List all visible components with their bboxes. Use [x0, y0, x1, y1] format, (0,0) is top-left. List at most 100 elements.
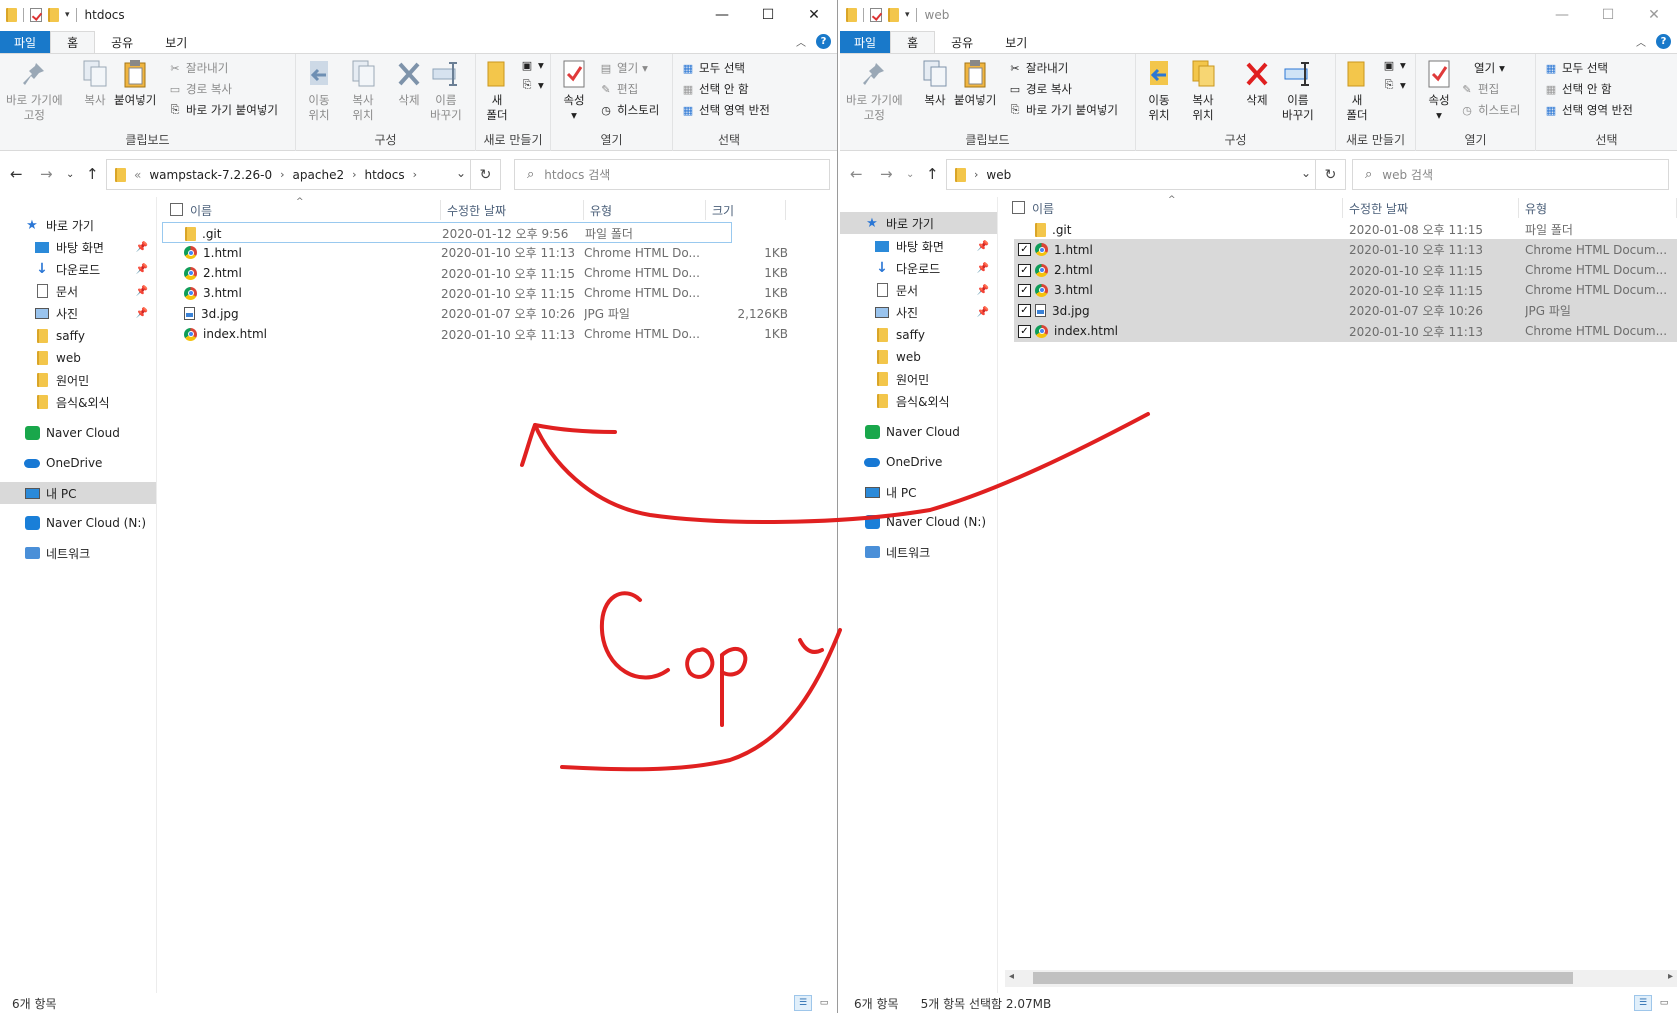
- chevron-right-icon[interactable]: ›: [413, 168, 417, 181]
- tab-home[interactable]: 홈: [890, 31, 936, 53]
- copy-path-button[interactable]: ▭ 경로 복사: [168, 81, 232, 97]
- nav-saffy[interactable]: saffy: [0, 325, 156, 347]
- nav-pictures[interactable]: 사진 📌: [840, 301, 997, 323]
- cut-button[interactable]: ✂ 잘라내기: [168, 60, 228, 76]
- history-button[interactable]: ◷ 히스토리: [1460, 102, 1520, 118]
- file-row[interactable]: 1.html 2020-01-10 오후 11:13 Chrome HTML Do.…: [162, 242, 788, 263]
- nav-food[interactable]: 음식&외식: [840, 390, 997, 412]
- large-icons-view-icon[interactable]: ▭: [815, 995, 833, 1011]
- help-icon[interactable]: ?: [1656, 34, 1671, 49]
- new-folder-icon[interactable]: [888, 8, 899, 22]
- file-row[interactable]: index.html 2020-01-10 오후 11:13 Chrome HTML…: [162, 324, 788, 345]
- nav-network[interactable]: 네트워크: [0, 542, 156, 564]
- column-date[interactable]: 수정한 날짜: [441, 200, 584, 220]
- up-arrow-icon[interactable]: ↑: [926, 165, 939, 183]
- new-item-button[interactable]: ▣ ▾: [520, 58, 544, 72]
- nav-this-pc[interactable]: 내 PC: [0, 482, 156, 504]
- search-input[interactable]: ⌕ htdocs 검색: [514, 159, 830, 190]
- close-button[interactable]: ✕: [1631, 0, 1677, 30]
- chevron-right-icon[interactable]: ›: [352, 168, 356, 181]
- nav-wonomin[interactable]: 원어민: [0, 369, 156, 391]
- maximize-button[interactable]: ☐: [745, 0, 791, 30]
- title-bar[interactable]: ▾ web — ☐ ✕: [840, 0, 1677, 30]
- row-checkbox[interactable]: ✓: [1018, 263, 1031, 277]
- paste-button[interactable]: 붙여넣기: [954, 58, 996, 108]
- refresh-icon[interactable]: ↻: [1315, 160, 1345, 189]
- invert-selection-button[interactable]: ▦ 선택 영역 반전: [681, 102, 770, 118]
- nav-quick-access[interactable]: ★ 바로 가기: [840, 212, 997, 234]
- tab-view[interactable]: 보기: [149, 31, 203, 53]
- rename-button[interactable]: 이름 바꾸기: [430, 58, 462, 123]
- easy-access-button[interactable]: ⎘ ▾: [1382, 78, 1406, 92]
- back-arrow-icon[interactable]: ←: [10, 165, 23, 183]
- nav-naver-cloud-drive[interactable]: Naver Cloud (N:): [0, 512, 156, 534]
- file-row[interactable]: ✓ 3d.jpg 2020-01-07 오후 10:26 JPG 파일: [1014, 300, 1677, 322]
- search-input[interactable]: ⌕ web 검색: [1352, 159, 1669, 190]
- row-checkbox[interactable]: ✓: [1018, 283, 1031, 297]
- copy-to-button[interactable]: 복사 위치: [348, 58, 378, 123]
- breadcrumb-htdocs[interactable]: htdocs: [365, 168, 405, 182]
- column-date[interactable]: 수정한 날짜: [1343, 198, 1519, 218]
- collapse-ribbon-icon[interactable]: ︿: [796, 34, 806, 49]
- nav-web[interactable]: web: [0, 347, 156, 369]
- address-bar[interactable]: « wampstack-7.2.26-0 › apache2 › htdocs …: [106, 159, 501, 190]
- new-folder-button[interactable]: 새 폴더: [482, 58, 512, 123]
- back-arrow-icon[interactable]: ←: [850, 165, 863, 183]
- help-icon[interactable]: ?: [816, 34, 831, 49]
- row-checkbox[interactable]: ✓: [1018, 304, 1031, 318]
- nav-this-pc[interactable]: 내 PC: [840, 481, 997, 503]
- new-folder-icon[interactable]: [48, 8, 59, 22]
- edit-button[interactable]: ✎ 편집: [599, 81, 638, 97]
- tab-file[interactable]: 파일: [0, 31, 51, 53]
- new-item-button[interactable]: ▣ ▾: [1382, 58, 1406, 72]
- move-to-button[interactable]: 이동 위치: [1144, 58, 1174, 123]
- nav-naver-cloud[interactable]: Naver Cloud: [840, 421, 997, 443]
- large-icons-view-icon[interactable]: ▭: [1655, 995, 1673, 1011]
- chevron-down-icon[interactable]: ⌄: [1301, 166, 1311, 180]
- tab-home[interactable]: 홈: [50, 31, 96, 53]
- nav-saffy[interactable]: saffy: [840, 324, 997, 346]
- nav-documents[interactable]: 문서 📌: [840, 279, 997, 301]
- minimize-button[interactable]: —: [699, 0, 745, 30]
- pin-quick-access-button[interactable]: 바로 가기에 고정: [846, 58, 903, 123]
- cut-button[interactable]: ✂ 잘라내기: [1008, 60, 1068, 76]
- column-name[interactable]: 이름: [1026, 198, 1343, 218]
- select-all-checkbox[interactable]: [1012, 201, 1025, 214]
- nav-pictures[interactable]: 사진 📌: [0, 302, 156, 324]
- nav-naver-cloud-drive[interactable]: Naver Cloud (N:): [840, 511, 997, 533]
- forward-arrow-icon[interactable]: →: [40, 165, 53, 183]
- select-none-button[interactable]: ▦ 선택 안 함: [1544, 81, 1612, 97]
- nav-wonomin[interactable]: 원어민: [840, 368, 997, 390]
- properties-button[interactable]: 속성 ▾: [1424, 58, 1454, 123]
- file-row[interactable]: ✓ 1.html 2020-01-10 오후 11:13 Chrome HTML Do…: [1014, 239, 1677, 261]
- nav-downloads[interactable]: ↓ 다운로드 📌: [840, 257, 997, 279]
- open-button[interactable]: ▤ 열기 ▾: [599, 60, 648, 76]
- file-row[interactable]: ✓ 2.html 2020-01-10 오후 11:15 Chrome HTML Do…: [1014, 259, 1677, 281]
- recent-locations-icon[interactable]: ⌄: [66, 169, 74, 180]
- up-arrow-icon[interactable]: ↑: [86, 165, 99, 183]
- scroll-right-icon[interactable]: ▸: [1668, 971, 1673, 982]
- nav-network[interactable]: 네트워크: [840, 541, 997, 563]
- scroll-left-icon[interactable]: ◂: [1009, 971, 1014, 982]
- open-button[interactable]: 열기 ▾: [1474, 60, 1505, 76]
- easy-access-button[interactable]: ⎘ ▾: [520, 78, 544, 92]
- properties-icon[interactable]: [30, 8, 42, 22]
- tab-share[interactable]: 공유: [95, 31, 149, 53]
- chevron-right-icon[interactable]: ›: [974, 168, 978, 181]
- properties-button[interactable]: 속성 ▾: [559, 58, 589, 123]
- file-row[interactable]: 3d.jpg 2020-01-07 오후 10:26 JPG 파일 2,126KB: [162, 303, 788, 324]
- file-row[interactable]: ✓ index.html 2020-01-10 오후 11:13 Chrome HTM…: [1014, 320, 1677, 342]
- nav-onedrive[interactable]: OneDrive: [0, 452, 156, 474]
- breadcrumb-wampstack[interactable]: wampstack-7.2.26-0: [149, 168, 272, 182]
- customize-toolbar-icon[interactable]: ▾: [65, 10, 70, 20]
- breadcrumb-web[interactable]: web: [986, 168, 1011, 182]
- breadcrumb-apache2[interactable]: apache2: [293, 168, 345, 182]
- breadcrumb-overflow[interactable]: «: [134, 168, 141, 182]
- minimize-button[interactable]: —: [1539, 0, 1585, 30]
- move-to-button[interactable]: 이동 위치: [304, 58, 334, 123]
- nav-desktop[interactable]: 바탕 화면 📌: [0, 236, 156, 258]
- column-size[interactable]: 크기: [706, 200, 786, 220]
- copy-button[interactable]: 복사: [920, 58, 950, 108]
- row-checkbox[interactable]: ✓: [1018, 324, 1031, 338]
- select-all-button[interactable]: ▦ 모두 선택: [681, 60, 745, 76]
